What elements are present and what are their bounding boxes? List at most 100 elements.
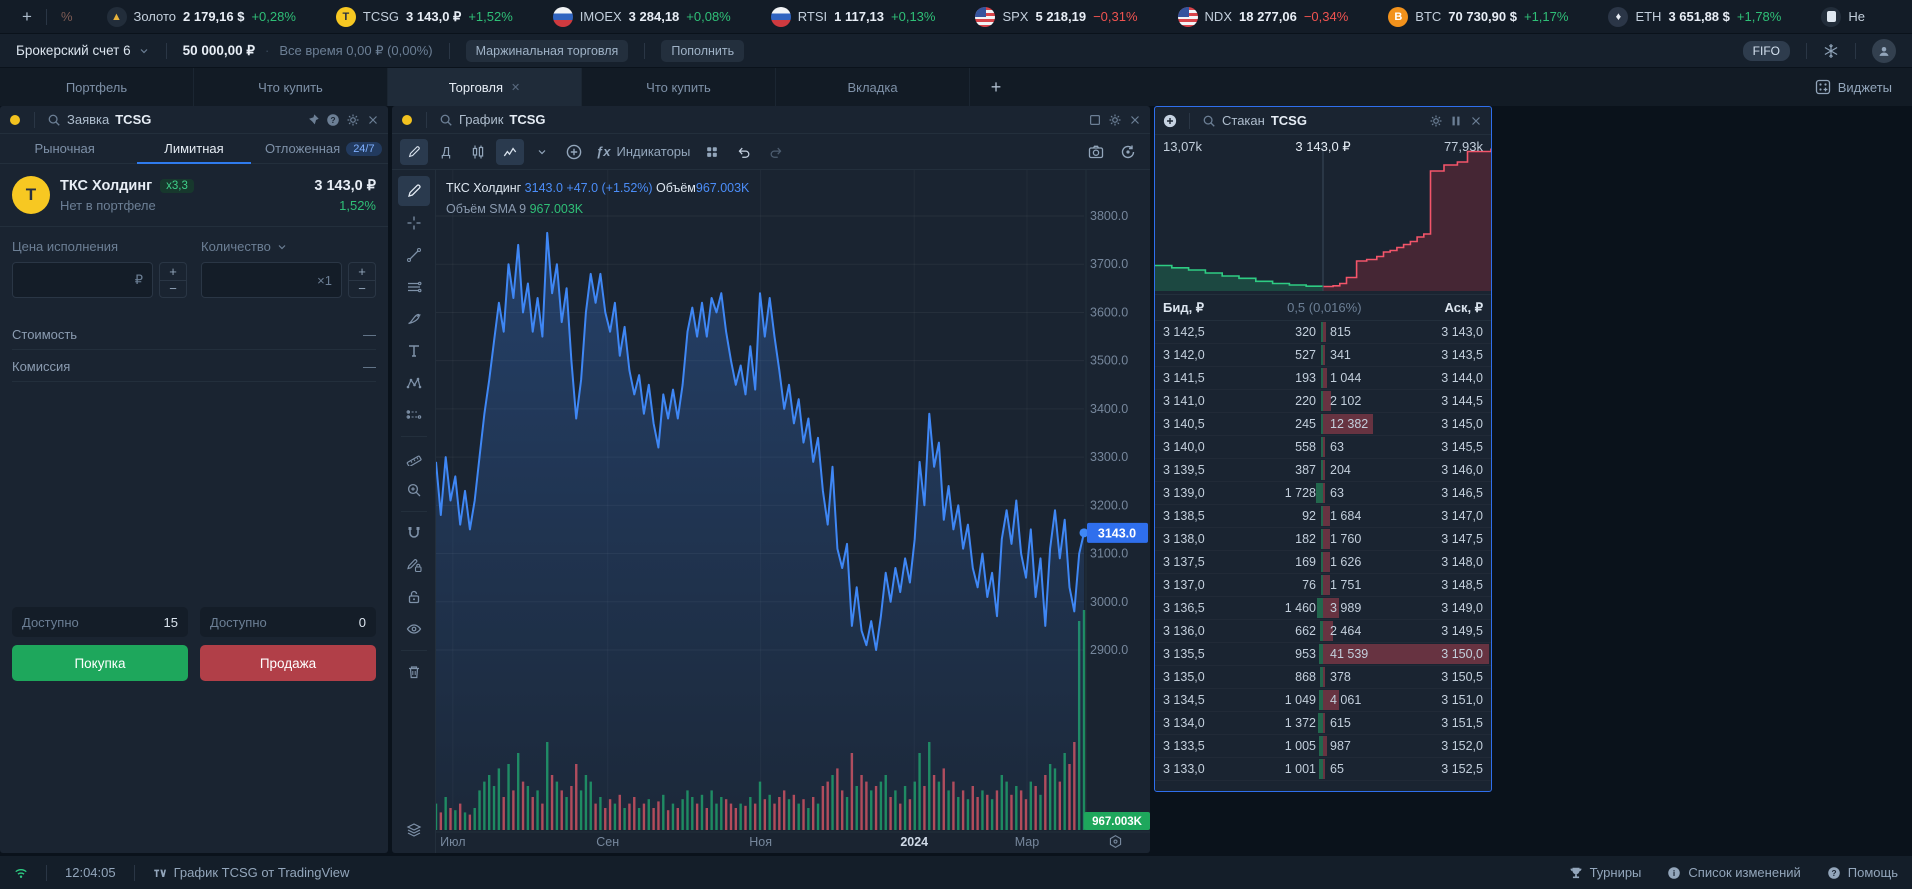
qty-input[interactable] xyxy=(211,272,318,288)
workspace-tab[interactable]: Портфель ✕ xyxy=(0,68,194,106)
orderbook-row[interactable]: 3 138,5 92 1 684 3 147,0 xyxy=(1155,505,1491,528)
orderbook-row[interactable]: 3 134,0 1 372 615 3 151,5 xyxy=(1155,712,1491,735)
orderbook-row[interactable]: 3 136,0 662 2 464 3 149,5 xyxy=(1155,620,1491,643)
tournaments-link[interactable]: Турниры xyxy=(1569,865,1641,880)
panel-ticker[interactable]: TCSG xyxy=(509,112,545,127)
trend-line-tool[interactable] xyxy=(398,240,430,270)
chevron-down-icon[interactable] xyxy=(276,241,288,253)
parallel-channel-tool[interactable] xyxy=(398,272,430,302)
price-plus-button[interactable]: + xyxy=(160,263,186,281)
search-icon[interactable] xyxy=(1202,114,1216,128)
pin-icon[interactable] xyxy=(306,113,320,127)
orderbook-row[interactable]: 3 138,0 182 1 760 3 147,5 xyxy=(1155,528,1491,551)
panel-ticker[interactable]: TCSG xyxy=(1271,113,1307,128)
drawing-lock-tool[interactable] xyxy=(398,550,430,580)
ruler-tool[interactable] xyxy=(398,443,430,473)
topup-button[interactable]: Пополнить xyxy=(661,39,745,62)
search-icon[interactable] xyxy=(439,113,453,127)
draw-mode-button[interactable] xyxy=(400,138,428,165)
orderbook-row[interactable]: 3 141,0 220 2 102 3 144,5 xyxy=(1155,390,1491,413)
ticker-item[interactable]: NDX 18 277,06 −0,34% xyxy=(1177,6,1348,27)
orderbook-row[interactable]: 3 134,5 1 049 4 061 3 151,0 xyxy=(1155,689,1491,712)
chart-plot-area[interactable]: ТКС Холдинг 3143.0 +47.0 (+1.52%) Объём9… xyxy=(434,170,1150,853)
widgets-button[interactable]: Виджеты xyxy=(1795,68,1912,106)
link-group-dot[interactable] xyxy=(402,114,412,125)
legend-instrument[interactable]: ТКС Холдинг xyxy=(446,181,521,195)
close-icon[interactable] xyxy=(1128,113,1142,127)
add-ticker-button[interactable]: + xyxy=(14,7,40,27)
gear-icon[interactable] xyxy=(1108,113,1122,127)
orderbook-row[interactable]: 3 137,5 169 1 626 3 148,0 xyxy=(1155,551,1491,574)
price-input[interactable] xyxy=(22,272,135,288)
gear-icon[interactable] xyxy=(346,113,360,127)
orderbook-row[interactable]: 3 139,5 387 204 3 146,0 xyxy=(1155,459,1491,482)
restore-icon[interactable] xyxy=(1088,113,1102,127)
qty-plus-button[interactable]: + xyxy=(349,263,375,281)
changelog-link[interactable]: Список изменений xyxy=(1667,865,1801,880)
orderbook-row[interactable]: 3 141,5 193 1 044 3 144,0 xyxy=(1155,367,1491,390)
workspace-tab[interactable]: Что купить ✕ xyxy=(582,68,776,106)
close-icon[interactable] xyxy=(1469,114,1483,128)
snapshot-camera-button[interactable] xyxy=(1082,139,1110,165)
xabcd-pattern-tool[interactable] xyxy=(398,368,430,398)
fifo-badge[interactable]: FIFO xyxy=(1742,40,1790,61)
orderbook-row[interactable]: 3 135,0 868 378 3 150,5 xyxy=(1155,666,1491,689)
candles-style-button[interactable] xyxy=(464,139,492,165)
orderbook-row[interactable]: 3 140,5 245 12 382 3 145,0 xyxy=(1155,413,1491,436)
link-instrument-icon[interactable] xyxy=(1163,114,1177,128)
style-dropdown-chevron[interactable] xyxy=(528,139,556,165)
object-tree-tool[interactable] xyxy=(398,815,430,845)
depth-chart[interactable]: 13,07k 3 143,0 ₽ 77,93k xyxy=(1155,135,1491,295)
redo-button[interactable] xyxy=(762,139,790,165)
instrument-summary[interactable]: T ТКС Холдинг x3,3 Нет в портфеле 3 143,… xyxy=(0,164,388,227)
indicators-button[interactable]: ƒx Индикаторы xyxy=(592,139,694,165)
ticker-item[interactable]: RTSI 1 117,13 +0,13% xyxy=(770,6,935,27)
ticker-item[interactable]: SPX 5 218,19 −0,31% xyxy=(975,6,1138,27)
remove-drawings-tool[interactable] xyxy=(398,657,430,687)
price-chart[interactable]: 3800.0 3700.0 3600.0 3500.0 3400.0 3300.0 3200… xyxy=(434,170,1150,853)
sell-button[interactable]: Продажа xyxy=(200,645,376,681)
orderbook-row[interactable]: 3 137,0 76 1 751 3 148,5 xyxy=(1155,574,1491,597)
workspace-tab[interactable]: Что купить ✕ xyxy=(194,68,388,106)
brush-tool[interactable] xyxy=(398,304,430,334)
ticker-item[interactable]: ▲ Золото 2 179,16 $ +0,28% xyxy=(106,6,296,27)
crosshair-tool[interactable] xyxy=(398,208,430,238)
layout-grid-button[interactable] xyxy=(698,139,726,165)
order-type-tab[interactable]: Отложенная 24/7 xyxy=(259,134,388,163)
link-group-dot[interactable] xyxy=(10,114,20,125)
ticker-item[interactable]: IMOEX 3 284,18 +0,08% xyxy=(552,6,731,27)
hide-drawings-tool[interactable] xyxy=(398,614,430,644)
orderbook-row[interactable]: 3 139,0 1 728 63 3 146,5 xyxy=(1155,482,1491,505)
account-selector[interactable]: Брокерский счет 6 xyxy=(16,43,150,58)
ticker-item[interactable]: Не xyxy=(1821,6,1865,27)
orderbook-row[interactable]: 3 133,5 1 005 987 3 152,0 xyxy=(1155,735,1491,758)
panel-ticker[interactable]: TCSG xyxy=(115,112,151,127)
orderbook-row[interactable]: 3 140,0 558 63 3 145,5 xyxy=(1155,436,1491,459)
tradingview-attribution[interactable]: График TCSG от TradingView xyxy=(153,865,349,880)
ticker-item[interactable]: ♦ ETH 3 651,88 $ +1,78% xyxy=(1608,6,1781,27)
workspace-tab[interactable]: Торговля ✕ xyxy=(388,68,582,106)
percent-mode-toggle[interactable]: % xyxy=(53,9,81,24)
legend-sma-label[interactable]: Объём SMA 9 xyxy=(446,202,526,216)
undo-button[interactable] xyxy=(730,139,758,165)
gear-icon[interactable] xyxy=(1429,114,1443,128)
ticker-item[interactable]: B BTC 70 730,90 $ +1,17% xyxy=(1388,6,1568,27)
price-minus-button[interactable]: − xyxy=(160,281,186,298)
orderbook-row[interactable]: 3 142,0 527 341 3 143,5 xyxy=(1155,344,1491,367)
magnet-tool[interactable] xyxy=(398,518,430,548)
orderbook-row[interactable]: 3 142,5 320 815 3 143,0 xyxy=(1155,321,1491,344)
forecast-tool[interactable] xyxy=(398,400,430,430)
line-style-button[interactable] xyxy=(496,138,524,165)
interval-button[interactable]: Д xyxy=(432,139,460,165)
buy-button[interactable]: Покупка xyxy=(12,645,188,681)
snowflake-icon[interactable] xyxy=(1823,43,1839,59)
add-tab-button[interactable]: + xyxy=(970,68,1022,106)
margin-trading-button[interactable]: Маржинальная торговля xyxy=(465,39,629,62)
orderbook-row[interactable]: 3 136,5 1 460 3 989 3 149,0 xyxy=(1155,597,1491,620)
order-type-tab[interactable]: Рыночная xyxy=(0,134,129,163)
workspace-tab[interactable]: Вкладка ✕ xyxy=(776,68,970,106)
close-tab-icon[interactable]: ✕ xyxy=(511,81,520,94)
zoom-in-tool[interactable] xyxy=(398,475,430,505)
qty-minus-button[interactable]: − xyxy=(349,281,375,298)
order-type-tab[interactable]: Лимитная xyxy=(129,134,258,164)
